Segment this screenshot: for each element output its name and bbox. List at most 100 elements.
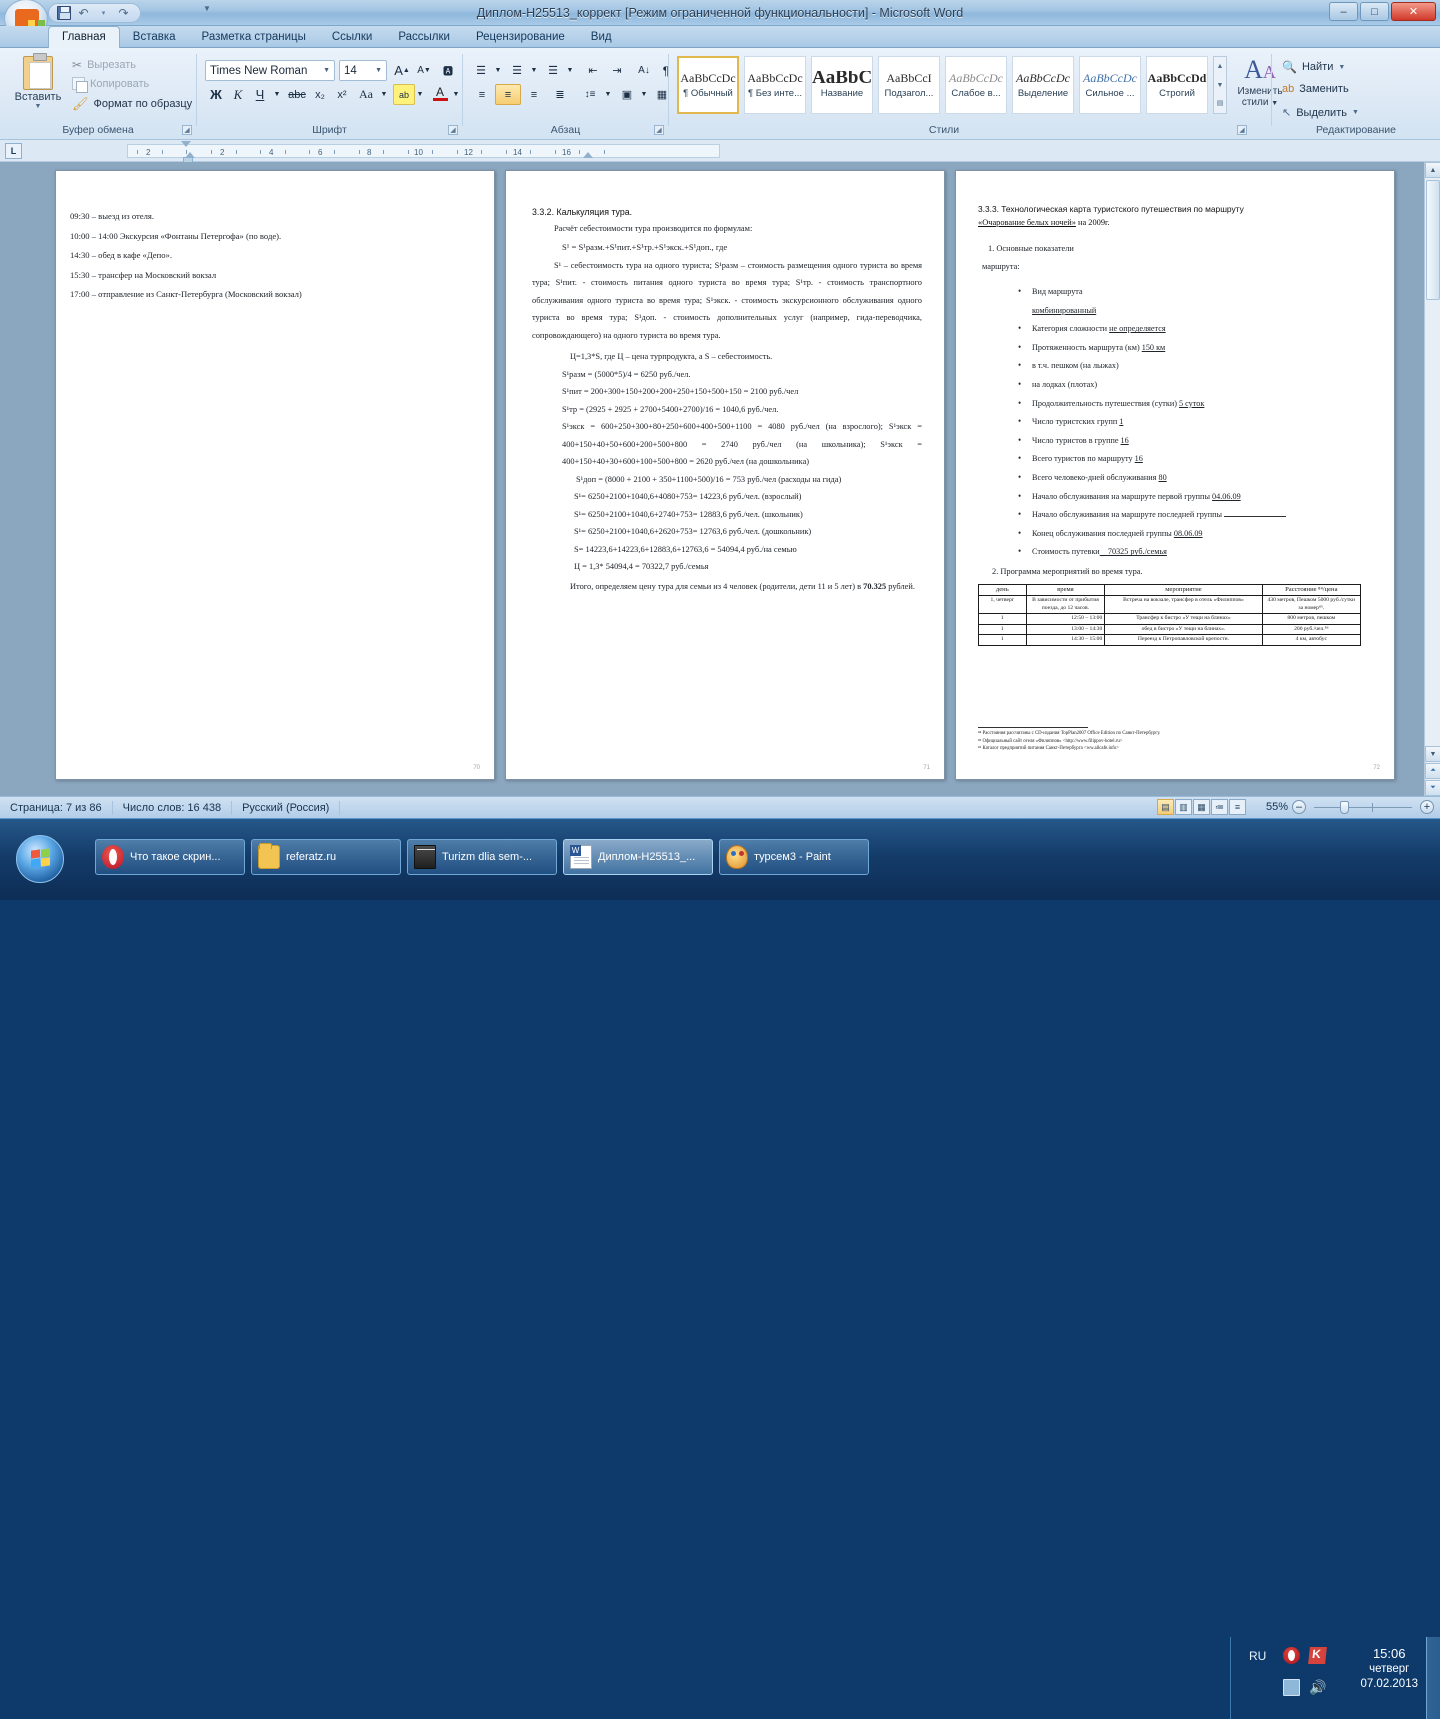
style-tile-intense-emphasis[interactable]: AaBbCcDc Сильное ... <box>1079 56 1141 114</box>
scroll-up-icon[interactable]: ▲ <box>1214 57 1226 76</box>
chevron-down-icon[interactable]: ▼ <box>323 67 330 74</box>
underline-dropdown-icon[interactable]: ▼ <box>271 84 283 105</box>
font-color-button[interactable]: A <box>429 82 451 105</box>
font-size-combobox[interactable]: 14 ▼ <box>339 60 387 81</box>
strikethrough-button[interactable]: abc <box>285 84 309 105</box>
format-painter-button[interactable]: 🖌 Формат по образцу <box>72 96 192 112</box>
highlight-dropdown-icon[interactable]: ▼ <box>415 84 425 105</box>
styles-gallery-scroll[interactable]: ▲ ▼ ▤ <box>1213 56 1227 114</box>
sort-icon[interactable]: A↓ <box>633 60 655 81</box>
scroll-up-icon[interactable]: ▲ <box>1425 162 1440 178</box>
tab-insert[interactable]: Вставка <box>120 27 189 48</box>
show-desktop-button[interactable] <box>1426 1637 1440 1719</box>
copy-button[interactable]: Копировать <box>72 77 149 93</box>
styles-more-icon[interactable]: ▤ <box>1214 95 1226 113</box>
print-layout-icon[interactable]: ▤ <box>1157 799 1174 815</box>
scrollbar-thumb[interactable] <box>1426 180 1440 300</box>
subscript-button[interactable]: x₂ <box>309 84 331 105</box>
italic-button[interactable]: К <box>227 84 249 105</box>
style-tile-subtitle[interactable]: AaBbCcI Подзагол... <box>878 56 940 114</box>
style-tile-no-spacing[interactable]: AaBbCcDc ¶ Без инте... <box>744 56 806 114</box>
chevron-down-icon[interactable]: ▼ <box>375 67 382 74</box>
bullets-dropdown-icon[interactable]: ▼ <box>493 60 503 81</box>
customize-qat-icon[interactable]: ▼ <box>203 4 211 13</box>
styles-dialog-launcher[interactable]: ◢ <box>1237 125 1247 135</box>
horizontal-ruler[interactable]: 2 2 4 6 8 10 12 14 16 <box>127 141 720 163</box>
style-tile-normal[interactable]: AaBbCcDc ¶ Обычный <box>677 56 739 114</box>
multilevel-list-icon[interactable]: ☰ <box>541 60 565 81</box>
change-case-dropdown-icon[interactable]: ▼ <box>379 84 389 105</box>
start-button[interactable] <box>16 835 64 883</box>
draft-icon[interactable]: ≡ <box>1229 799 1246 815</box>
clock[interactable]: 15:06 четверг 07.02.2013 <box>1360 1645 1418 1692</box>
superscript-button[interactable]: x² <box>331 84 353 105</box>
clear-formatting-button[interactable]: 🅰 <box>437 60 459 81</box>
zoom-out-button[interactable]: – <box>1292 800 1306 814</box>
undo-icon[interactable]: ↶ <box>75 5 92 22</box>
minimize-button[interactable]: – <box>1329 2 1358 21</box>
decrease-indent-icon[interactable]: ⇤ <box>581 60 605 81</box>
shading-dropdown-icon[interactable]: ▼ <box>639 84 649 105</box>
replace-button[interactable]: ab Заменить <box>1282 83 1349 95</box>
chevron-down-icon[interactable]: ▼ <box>1338 64 1345 71</box>
vertical-scrollbar[interactable]: ▲ ▼ ⏶ ⏷ <box>1424 162 1440 796</box>
chevron-down-icon[interactable]: ▼ <box>12 103 64 110</box>
document-canvas[interactable]: 09:30 – выезд из отеля. 10:00 – 14:00 Эк… <box>0 162 1440 796</box>
select-button[interactable]: ↖ Выделить ▼ <box>1282 106 1359 120</box>
undo-dropdown-icon[interactable]: ▾ <box>95 5 112 22</box>
save-icon[interactable] <box>55 5 72 22</box>
numbering-icon[interactable]: ☰ <box>505 60 529 81</box>
tab-mailings[interactable]: Рассылки <box>385 27 463 48</box>
taskbar-item-folder[interactable]: referatz.ru <box>251 839 401 875</box>
zoom-level[interactable]: 55% <box>1256 801 1288 813</box>
change-case-button[interactable]: Aa <box>353 84 379 105</box>
justify-icon[interactable]: ≣ <box>547 84 573 105</box>
tab-page-layout[interactable]: Разметка страницы <box>189 27 319 48</box>
scroll-down-icon[interactable]: ▼ <box>1425 746 1440 762</box>
paragraph-dialog-launcher[interactable]: ◢ <box>654 125 664 135</box>
tab-stop-selector[interactable]: L <box>5 143 22 159</box>
align-left-icon[interactable]: ≡ <box>469 84 495 105</box>
taskbar-item-opera[interactable]: Что такое скрин... <box>95 839 245 875</box>
scroll-down-icon[interactable]: ▼ <box>1214 76 1226 95</box>
font-dialog-launcher[interactable]: ◢ <box>448 125 458 135</box>
full-screen-reading-icon[interactable]: ▥ <box>1175 799 1192 815</box>
web-layout-icon[interactable]: ▦ <box>1193 799 1210 815</box>
zoom-in-button[interactable]: + <box>1420 800 1434 814</box>
quick-access-toolbar[interactable]: ↶ ▾ ↷ <box>48 3 141 23</box>
document-page-2[interactable]: 3.3.2. Калькуляция тура. Расчёт себестои… <box>505 170 945 780</box>
language-indicator[interactable]: RU <box>1249 1649 1266 1663</box>
window-controls[interactable]: – □ ✕ <box>1329 2 1436 21</box>
clipboard-dialog-launcher[interactable]: ◢ <box>182 125 192 135</box>
bullets-icon[interactable]: ☰ <box>469 60 493 81</box>
close-button[interactable]: ✕ <box>1391 2 1436 21</box>
align-right-icon[interactable]: ≡ <box>521 84 547 105</box>
zoom-slider-thumb[interactable] <box>1340 801 1349 814</box>
grow-font-button[interactable]: A ▲ <box>391 60 413 81</box>
numbering-dropdown-icon[interactable]: ▼ <box>529 60 539 81</box>
line-spacing-icon[interactable]: ↕≡ <box>577 84 603 105</box>
outline-icon[interactable]: ≔ <box>1211 799 1228 815</box>
redo-icon[interactable]: ↷ <box>115 5 132 22</box>
bold-button[interactable]: Ж <box>205 84 227 105</box>
style-tile-strong[interactable]: AaBbCcDd Строгий <box>1146 56 1208 114</box>
font-color-dropdown-icon[interactable]: ▼ <box>451 84 461 105</box>
increase-indent-icon[interactable]: ⇥ <box>605 60 629 81</box>
kaspersky-tray-icon[interactable] <box>1308 1647 1327 1664</box>
previous-page-icon[interactable]: ⏶ <box>1425 763 1440 779</box>
shrink-font-button[interactable]: A ▼ <box>413 60 435 81</box>
underline-button[interactable]: Ч <box>249 84 271 105</box>
zoom-slider[interactable] <box>1310 799 1416 815</box>
cut-button[interactable]: ✂ Вырезать <box>72 58 136 72</box>
tab-home[interactable]: Главная <box>48 26 120 48</box>
document-page-3[interactable]: 3.3.3. Технологическая карта туристского… <box>955 170 1395 780</box>
line-spacing-dropdown-icon[interactable]: ▼ <box>603 84 613 105</box>
right-indent-marker[interactable] <box>583 152 593 158</box>
tab-view[interactable]: Вид <box>578 27 625 48</box>
tab-review[interactable]: Рецензирование <box>463 27 578 48</box>
paste-button[interactable]: Вставить ▼ <box>12 53 64 116</box>
maximize-button[interactable]: □ <box>1360 2 1389 21</box>
first-line-indent-marker[interactable] <box>181 141 191 147</box>
taskbar-item-archive[interactable]: Turizm dlia sem-... <box>407 839 557 875</box>
status-page[interactable]: Страница: 7 из 86 <box>0 800 113 815</box>
